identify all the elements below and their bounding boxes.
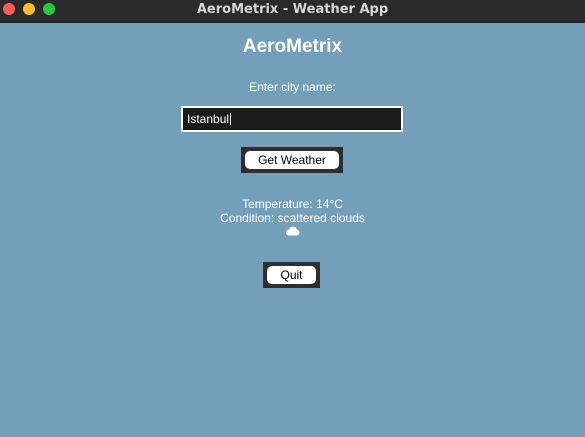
quit-button[interactable]: Quit (267, 266, 316, 284)
quit-button-frame: Quit (263, 262, 320, 288)
text-caret (230, 113, 232, 125)
get-weather-button-frame: Get Weather (241, 147, 343, 173)
city-input-value: Istanbul (187, 112, 230, 126)
cloud-icon (286, 226, 300, 236)
window-title: AeroMetrix - Weather App (196, 2, 389, 17)
city-prompt-label: Enter city name: (249, 80, 336, 94)
temperature-text: Temperature: 14°C (242, 197, 343, 211)
get-weather-button[interactable]: Get Weather (245, 151, 339, 169)
app-title: AeroMetrix (242, 36, 343, 57)
city-input[interactable]: Istanbul (181, 106, 403, 132)
condition-text: Condition: scattered clouds (220, 211, 365, 225)
title-bar: AeroMetrix - Weather App (0, 0, 585, 23)
